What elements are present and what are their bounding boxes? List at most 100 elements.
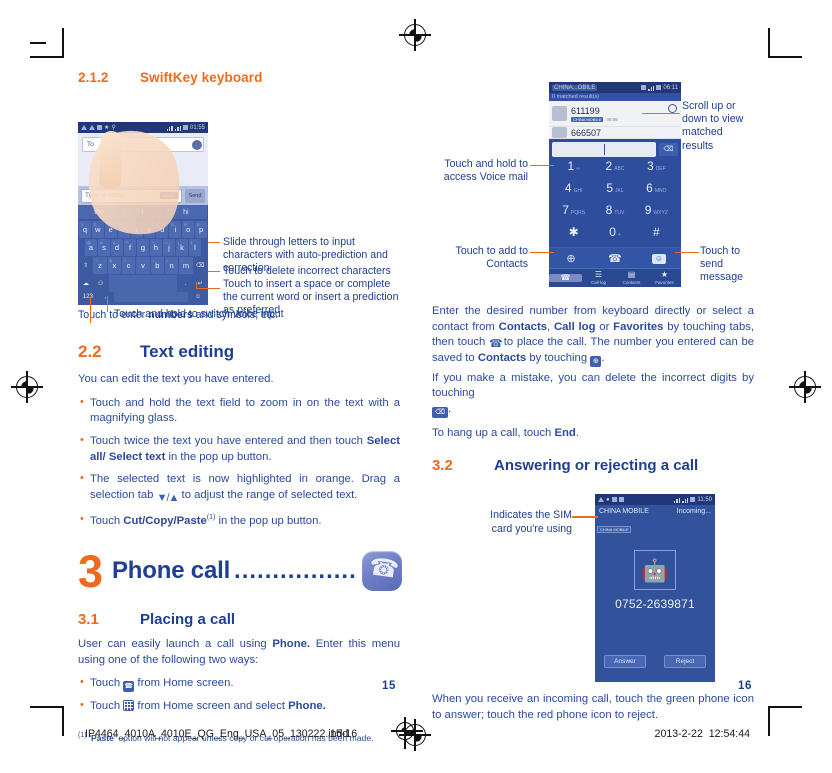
b1-post: from Home screen.: [134, 677, 234, 690]
heading-2-2-title: Text editing: [140, 342, 235, 362]
punctuation-key[interactable]: .: [178, 275, 193, 292]
dialpad-key-4[interactable]: 4 GHI: [553, 181, 594, 203]
key-x[interactable]: $ x: [107, 257, 121, 274]
send-message-icon[interactable]: ☺: [652, 253, 666, 264]
hp-pre: To hang up a call, touch: [432, 426, 555, 439]
call-detail-icon[interactable]: [668, 104, 677, 113]
carrier-label: CHINA...OBILE: [552, 84, 598, 91]
dialpad-key-hash[interactable]: #: [636, 225, 677, 247]
dialpad-key-1[interactable]: 1 ∞: [553, 159, 594, 181]
numbers-key[interactable]: 123: [79, 292, 97, 302]
add-to-contacts-icon[interactable]: ⊕: [549, 252, 593, 265]
emoji-key[interactable]: ☺: [189, 292, 207, 302]
backspace-icon[interactable]: ⌫: [659, 142, 678, 156]
to-field[interactable]: To: [82, 137, 204, 152]
bullet-phone-icon: Touch ☎ from Home screen.: [78, 675, 400, 693]
number-input[interactable]: [552, 141, 656, 157]
key-q[interactable]: 1q: [79, 221, 91, 238]
matched-results-list[interactable]: 611199 CHINA MOBILE 06:06 666507: [549, 101, 681, 139]
key-e[interactable]: 3e: [104, 221, 117, 238]
dialpad-key-3[interactable]: 3 DEF: [636, 159, 677, 181]
send-message-row[interactable]: ☺: [637, 253, 681, 264]
key-a[interactable]: @ a: [85, 239, 97, 256]
message-input[interactable]: Type to comp. SMART: [81, 188, 182, 203]
tab-contacts-label: Contacts: [622, 280, 641, 285]
to-label: To: [87, 141, 94, 148]
key-y[interactable]: 6y: [143, 221, 156, 238]
leader-line-space: [196, 288, 220, 290]
key-u-sup: 7: [158, 222, 161, 227]
shift-key[interactable]: ⇧: [79, 257, 93, 274]
place-call-icon[interactable]: ☎: [593, 252, 637, 265]
intro-pre: User can easily launch a call using: [78, 638, 273, 651]
dialpad-key-2[interactable]: 2 ABC: [594, 159, 635, 181]
list-icon: ☰: [594, 270, 603, 279]
key-b[interactable]: ; b: [150, 257, 164, 274]
key-n[interactable]: ! n: [164, 257, 179, 274]
key-6-sub: MNO: [654, 188, 667, 194]
key-s[interactable]: # s: [98, 239, 110, 256]
dialpad-key-8[interactable]: 8 TUV: [594, 203, 635, 225]
delete-key[interactable]: ⌫: [193, 257, 207, 274]
send-button[interactable]: Send: [185, 188, 205, 203]
key-d[interactable]: & d: [111, 239, 123, 256]
key-1-sub: ∞: [576, 166, 580, 172]
key-f[interactable]: * f: [124, 239, 136, 256]
key-p[interactable]: 0p: [195, 221, 208, 238]
key-l[interactable]: ) l: [189, 239, 201, 256]
key-r[interactable]: 4r: [117, 221, 130, 238]
space-key[interactable]: [108, 275, 178, 292]
key-0-digit: 0: [609, 225, 616, 239]
dialer-tab-bar: ☎ ☰ Call log ▤ Contacts ★ Favorites: [549, 268, 681, 287]
key-g[interactable]: -g: [137, 239, 149, 256]
prediction-2[interactable]: hi: [165, 205, 208, 219]
number-input-row: ⌫: [549, 139, 681, 159]
prediction-0[interactable]: the: [78, 205, 122, 219]
key-u[interactable]: 7u: [156, 221, 169, 238]
key-i[interactable]: 8i: [169, 221, 182, 238]
dialpad-key-9[interactable]: 9 WXYZ: [636, 203, 677, 225]
key-j-sup: =: [165, 240, 168, 245]
key-o[interactable]: 9o: [182, 221, 195, 238]
voice-input-key[interactable]: ⚇: [93, 275, 108, 292]
heading-2-1-2-number: 2.1.2: [78, 70, 109, 85]
bullet-select-pre: Touch twice the text you have entered an…: [90, 434, 367, 447]
crop-mark-tl-h2: [30, 42, 46, 44]
reject-button[interactable]: Reject: [664, 655, 706, 669]
key-m[interactable]: / m: [179, 257, 193, 274]
key-g-sup: -: [139, 240, 141, 245]
dialpad-key-0[interactable]: 0 +: [594, 225, 635, 247]
key-c[interactable]: ^ c: [121, 257, 136, 274]
battery-icon: [182, 125, 188, 130]
dialpad-key-5[interactable]: 5 JKL: [594, 181, 635, 203]
key-h[interactable]: + h: [150, 239, 162, 256]
dialer-clock: 06:11: [663, 84, 678, 91]
add-contact-icon[interactable]: [192, 140, 202, 150]
dialpad-key-7[interactable]: 7 PQRS: [553, 203, 594, 225]
dialpad-key-6[interactable]: 6 MNO: [636, 181, 677, 203]
dialpad-key-star[interactable]: ✱: [553, 225, 594, 247]
prediction-1[interactable]: I: [121, 205, 165, 219]
comma-key[interactable]: ,: [97, 292, 113, 302]
key-w[interactable]: 2w: [91, 221, 104, 238]
answer-button[interactable]: Answer: [604, 655, 646, 669]
key-x-label: x: [112, 261, 117, 270]
key-v[interactable]: :v: [136, 257, 150, 274]
tab-contacts[interactable]: ▤ Contacts: [615, 271, 648, 286]
symbols-key[interactable]: ☁: [79, 275, 93, 292]
print-page-marker: 15-16: [330, 728, 358, 740]
dp-9: .: [448, 402, 452, 415]
tab-call-log[interactable]: ☰ Call log: [582, 270, 615, 286]
status-right-icons: 01:55: [166, 125, 205, 131]
key-t[interactable]: 5t: [130, 221, 143, 238]
signal-icon: [648, 85, 655, 91]
incoming-status-right: 11:50: [674, 497, 712, 503]
key-z[interactable]: ~ z: [93, 257, 107, 274]
space-key-2[interactable]: [113, 292, 189, 302]
tab-dialpad[interactable]: ☎: [549, 274, 582, 282]
key-k[interactable]: (k: [176, 239, 188, 256]
tab-favorites[interactable]: ★ Favorites: [648, 271, 681, 286]
result-row-2[interactable]: 666507: [549, 127, 681, 139]
key-j[interactable]: = j: [163, 239, 175, 256]
heading-2-1-2-title: SwiftKey keyboard: [140, 70, 263, 85]
